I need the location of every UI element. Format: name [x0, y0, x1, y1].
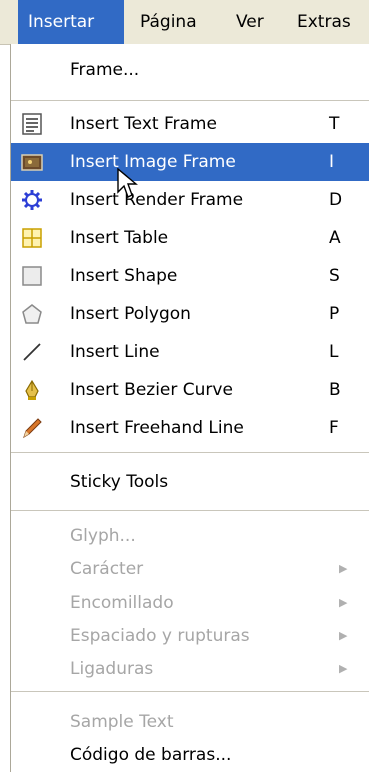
menu-item-label: Carácter — [70, 559, 144, 579]
shortcut: A — [329, 228, 341, 248]
bezier-pen-icon — [25, 379, 39, 400]
menu-item-insert-render-frame[interactable]: Insert Render Frame D — [11, 181, 369, 219]
image-frame-icon — [21, 154, 43, 171]
shortcut: I — [329, 152, 335, 172]
menu-item-label: Insert Shape — [70, 266, 178, 286]
shortcut: S — [329, 266, 340, 286]
menu-item-label: Código de barras... — [70, 745, 232, 765]
polygon-icon — [22, 304, 42, 324]
menu-item-codigo-barras[interactable]: Código de barras... — [11, 736, 369, 774]
menu-item-label: Insert Bezier Curve — [70, 380, 233, 400]
menu-item-insert-table[interactable]: Insert Table A — [11, 219, 369, 257]
shortcut: F — [329, 418, 339, 438]
menu-item-label: Insert Polygon — [70, 304, 191, 324]
menu-item-sticky-tools[interactable]: Sticky Tools — [11, 463, 369, 501]
shortcut: B — [329, 380, 341, 400]
insert-dropdown-menu: Frame... Insert Text Frame T Insert Imag… — [10, 44, 369, 772]
submenu-arrow-icon: ▶ — [339, 562, 348, 575]
menu-item-label: Insert Text Frame — [70, 114, 217, 134]
separator — [11, 100, 369, 101]
shortcut: P — [329, 304, 340, 324]
menu-item-insert-text-frame[interactable]: Insert Text Frame T — [11, 105, 369, 143]
menu-item-label: Insert Table — [70, 228, 169, 248]
menu-item-label: Sticky Tools — [70, 472, 169, 492]
menu-item-label: Insert Image Frame — [70, 152, 236, 172]
menu-item-label: Insert Freehand Line — [70, 418, 244, 438]
submenu-arrow-icon: ▶ — [339, 662, 348, 675]
menu-item-insert-shape[interactable]: Insert Shape S — [11, 257, 369, 295]
table-icon — [22, 228, 42, 248]
text-frame-icon — [22, 113, 42, 135]
menu-insertar[interactable]: Insertar — [18, 0, 124, 44]
menu-item-ligaduras[interactable]: Ligaduras ▶ — [11, 650, 369, 688]
separator — [11, 452, 369, 453]
menu-pagina[interactable]: Página — [140, 0, 197, 44]
menu-item-label: Frame... — [70, 60, 140, 80]
menu-item-insert-image-frame[interactable]: Insert Image Frame I — [11, 143, 369, 181]
line-icon — [23, 343, 41, 361]
menu-item-insert-polygon[interactable]: Insert Polygon P — [11, 295, 369, 333]
menu-item-label: Insert Line — [70, 342, 160, 362]
menu-item-insert-freehand-line[interactable]: Insert Freehand Line F — [11, 409, 369, 447]
render-frame-icon — [22, 190, 42, 210]
menu-item-frame[interactable]: Frame... — [11, 51, 369, 89]
menu-item-label: Insert Render Frame — [70, 190, 244, 210]
mouse-pointer-icon — [117, 168, 138, 198]
menu-item-caracter[interactable]: Carácter ▶ — [11, 550, 369, 588]
menu-ver[interactable]: Ver — [236, 0, 264, 44]
menu-item-insert-bezier-curve[interactable]: Insert Bezier Curve B — [11, 371, 369, 409]
menu-item-label: Ligaduras — [70, 659, 154, 679]
shortcut: T — [329, 114, 340, 134]
shortcut: D — [329, 190, 343, 210]
shape-icon — [22, 266, 42, 286]
menu-item-insert-line[interactable]: Insert Line L — [11, 333, 369, 371]
shortcut: L — [329, 342, 339, 362]
menu-extras[interactable]: Extras — [297, 0, 351, 44]
separator — [11, 510, 369, 511]
menubar: Insertar Página Ver Extras — [0, 0, 369, 45]
separator — [11, 691, 369, 692]
pencil-icon — [23, 418, 42, 439]
